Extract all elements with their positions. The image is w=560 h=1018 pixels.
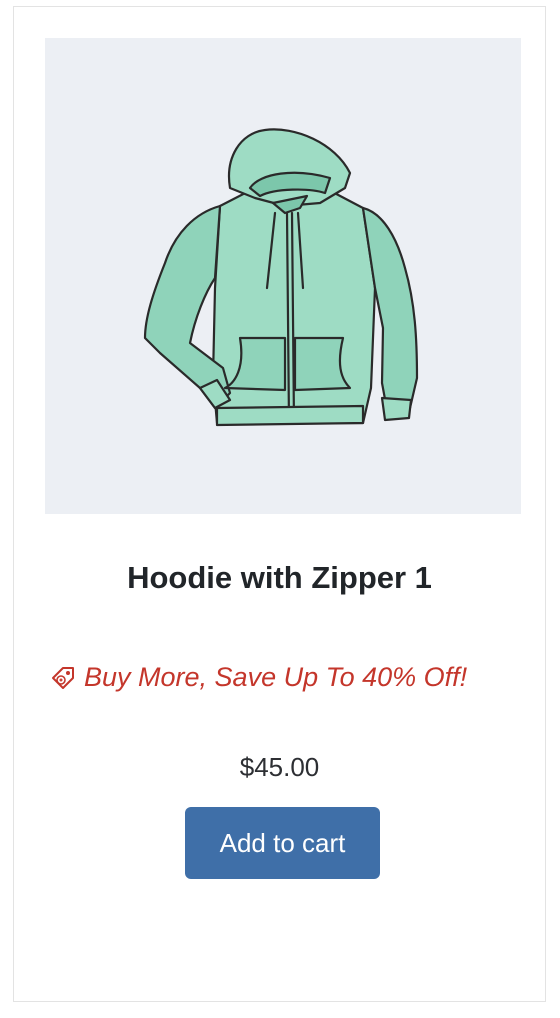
product-image[interactable] [45,38,521,514]
promo-text: Buy More, Save Up To 40% Off! [84,662,468,692]
hoodie-illustration [143,128,419,427]
product-card: Hoodie with Zipper 1 Buy More, Save Up T… [13,6,546,1002]
promo-banner: Buy More, Save Up To 40% Off! [50,662,467,693]
product-title[interactable]: Hoodie with Zipper 1 [14,560,545,596]
price-tag-icon [50,665,76,691]
product-price: $45.00 [239,752,320,782]
add-to-cart-button[interactable]: Add to cart [185,807,380,879]
